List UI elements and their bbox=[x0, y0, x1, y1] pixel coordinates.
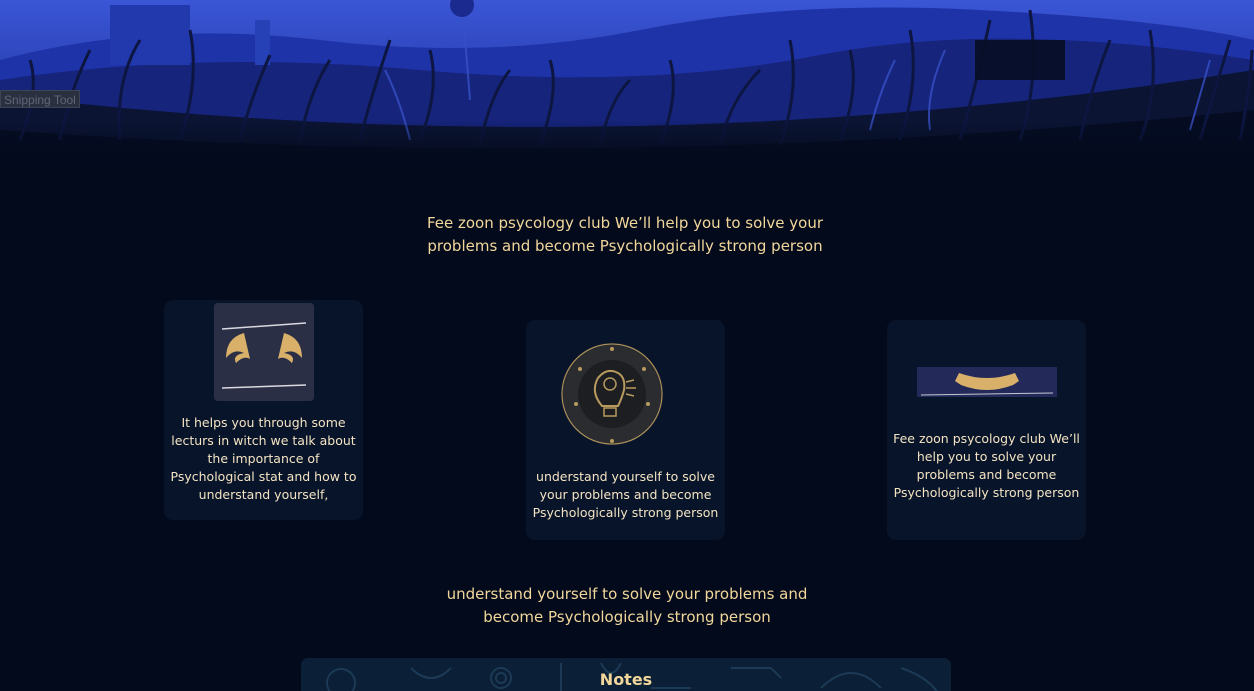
hero-banner bbox=[0, 0, 1254, 170]
secondary-tagline: understand yourself to solve your proble… bbox=[446, 585, 808, 626]
feature-card-club: Fee zoon psycology club We’ll help you t… bbox=[887, 320, 1086, 540]
lightbulb-brain-seal-icon bbox=[560, 324, 664, 456]
free-zone-ribbon-banner-icon bbox=[917, 365, 1057, 398]
notes-section: Notes bbox=[301, 658, 951, 691]
night-landscape-illustration bbox=[0, 0, 1254, 170]
feature-card-lectures: It helps you through some lecturs in wit… bbox=[164, 300, 363, 520]
card-description: It helps you through some lecturs in wit… bbox=[170, 415, 357, 502]
snipping-tool-button[interactable]: Snipping Tool bbox=[0, 90, 80, 108]
card-description: Fee zoon psycology club We’ll help you t… bbox=[893, 431, 1080, 500]
feature-card-understand: understand yourself to solve your proble… bbox=[526, 320, 725, 540]
wings-logo-icon bbox=[214, 303, 314, 401]
notes-title: Notes bbox=[599, 670, 653, 689]
intro-tagline: Fee zoon psycology club We’ll help you t… bbox=[426, 214, 824, 255]
card-description: understand yourself to solve your proble… bbox=[532, 469, 719, 520]
